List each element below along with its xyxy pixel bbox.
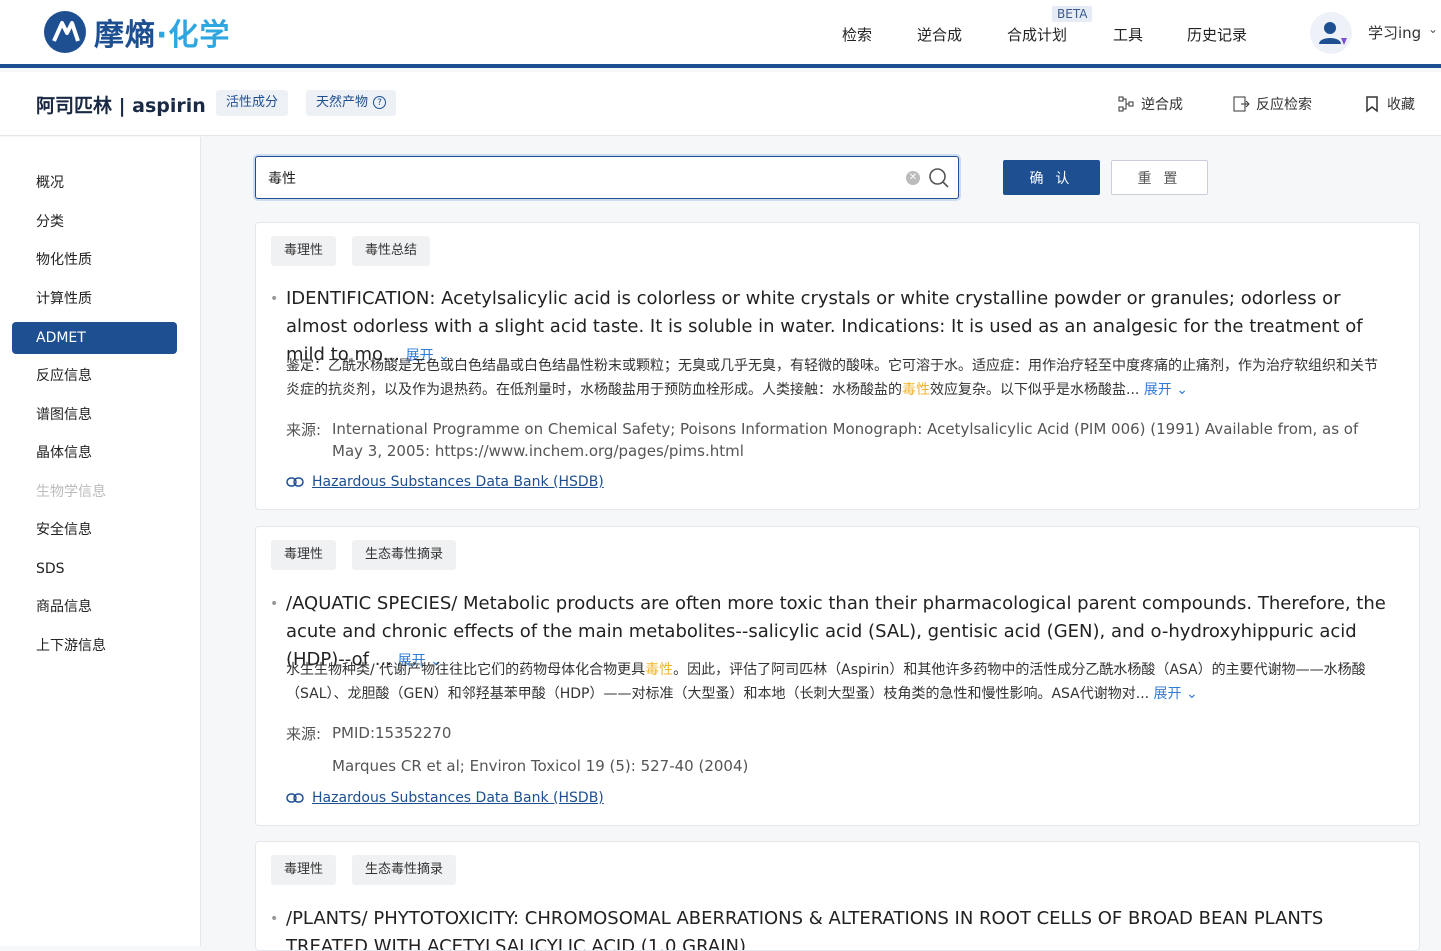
logo-text: 摩熵·化学 xyxy=(94,18,231,53)
nav-retrosynthesis[interactable]: 逆合成 xyxy=(917,24,962,45)
sidebar-item-classification[interactable]: 分类 xyxy=(12,206,177,238)
top-navbar: 摩熵·化学 检索 逆合成 合成计划 BETA 工具 历史记录 学习ing ⌄ xyxy=(0,0,1441,68)
zh-before: 鉴定：乙酰水杨酸是无色或白色结晶或白色结晶性粉末或颗粒；无臭或几乎无臭，有轻微的… xyxy=(286,358,1378,398)
sidebar-item-safety[interactable]: 安全信息 xyxy=(12,514,177,546)
sidebar-item-overview[interactable]: 概况 xyxy=(12,167,177,199)
record-english-text: /PLANTS/ PHYTOTOXICITY: CHROMOSOMAL ABER… xyxy=(270,905,1396,950)
sidebar-item-computed[interactable]: 计算性质 xyxy=(12,283,177,315)
expand-label: 展开 xyxy=(1143,382,1172,398)
source-text: PMID:15352270 xyxy=(332,724,452,742)
link-icon xyxy=(286,793,304,803)
expand-label: 展开 xyxy=(1153,686,1182,702)
sidebar-item-admet[interactable]: ADMET xyxy=(12,322,177,354)
result-card: 毒理性 生态毒性摘录 /AQUATIC SPECIES/ Metabolic p… xyxy=(255,526,1420,826)
sidebar: 概况 分类 物化性质 计算性质 ADMET 反应信息 谱图信息 晶体信息 生物学… xyxy=(0,137,201,946)
chip-category[interactable]: 毒理性 xyxy=(271,236,337,266)
favorite-action[interactable]: 收藏 xyxy=(1363,94,1415,114)
hsdb-link-label: Hazardous Substances Data Bank (HSDB) xyxy=(312,474,604,490)
hsdb-link[interactable]: Hazardous Substances Data Bank (HSDB) xyxy=(286,790,604,806)
help-icon[interactable]: ? xyxy=(373,96,387,109)
username[interactable]: 学习ing xyxy=(1368,22,1421,43)
source-label: 来源: xyxy=(286,421,322,439)
confirm-button[interactable]: 确 认 xyxy=(1003,160,1100,195)
avatar[interactable] xyxy=(1310,12,1352,54)
source-label: 来源: xyxy=(286,725,322,743)
sidebar-item-reaction[interactable]: 反应信息 xyxy=(12,360,177,392)
link-icon xyxy=(286,477,304,487)
zh-after: 效应复杂。以下似乎是水杨酸盐... xyxy=(930,382,1140,398)
compound-title: 阿司匹林 | aspirin xyxy=(36,95,206,117)
chip-subcategory[interactable]: 生态毒性摘录 xyxy=(352,855,457,885)
nav-history[interactable]: 历史记录 xyxy=(1187,24,1247,45)
bookmark-icon xyxy=(1366,96,1378,113)
clear-icon[interactable]: ✕ xyxy=(906,171,920,185)
tag-label: 天然产物 xyxy=(316,95,369,110)
sidebar-item-updownstream[interactable]: 上下游信息 xyxy=(12,630,177,662)
search-highlight: 毒性 xyxy=(645,662,674,678)
retrosynthesis-action[interactable]: 逆合成 xyxy=(1117,94,1183,114)
logo[interactable]: 摩熵·化学 xyxy=(44,10,230,54)
chip-category[interactable]: 毒理性 xyxy=(271,855,337,885)
sidebar-item-sds[interactable]: SDS xyxy=(12,553,177,585)
source-citation: Marques CR et al; Environ Toxicol 19 (5)… xyxy=(332,757,749,775)
search-input[interactable]: 毒性 xyxy=(268,168,296,188)
hsdb-link[interactable]: Hazardous Substances Data Bank (HSDB) xyxy=(286,474,604,490)
source-text: International Programme on Chemical Safe… xyxy=(332,420,1359,460)
nav-synthesis-plan[interactable]: 合成计划 xyxy=(1007,24,1067,45)
tree-icon xyxy=(1118,96,1134,112)
expand-link[interactable]: 展开 ⌄ xyxy=(1144,382,1188,398)
nav-search[interactable]: 检索 xyxy=(842,24,872,45)
logo-icon xyxy=(44,11,86,53)
reset-button[interactable]: 重 置 xyxy=(1111,160,1208,195)
chip-subcategory[interactable]: 毒性总结 xyxy=(352,236,431,266)
reaction-search-action[interactable]: 反应检索 xyxy=(1232,94,1312,114)
result-card: 毒理性 生态毒性摘录 /PLANTS/ PHYTOTOXICITY: CHROM… xyxy=(255,841,1420,951)
sidebar-item-biology: 生物学信息 xyxy=(36,484,106,500)
hsdb-link-label: Hazardous Substances Data Bank (HSDB) xyxy=(312,790,604,806)
action-label: 收藏 xyxy=(1387,97,1415,113)
user-icon xyxy=(1319,22,1347,45)
reaction-search-icon xyxy=(1233,96,1250,112)
action-label: 逆合成 xyxy=(1141,97,1183,113)
sidebar-item-physchem[interactable]: 物化性质 xyxy=(12,244,177,276)
zh-before: 水生生物种类/ 代谢产物往往比它们的药物母体化合物更具 xyxy=(286,662,646,678)
chevron-down-icon[interactable]: ⌄ xyxy=(1428,22,1438,36)
beta-badge: BETA xyxy=(1052,6,1093,22)
chip-category[interactable]: 毒理性 xyxy=(271,540,337,570)
search-box[interactable]: 毒性 ✕ xyxy=(255,156,959,199)
record-chinese-text: 水生生物种类/ 代谢产物往往比它们的药物母体化合物更具毒性。因此，评估了阿司匹林… xyxy=(286,658,1386,706)
tag-natural-product[interactable]: 天然产物? xyxy=(306,90,397,116)
record-chinese-text: 鉴定：乙酰水杨酸是无色或白色结晶或白色结晶性粉末或颗粒；无臭或几乎无臭，有轻微的… xyxy=(286,354,1386,402)
tag-active-ingredient[interactable]: 活性成分 xyxy=(216,90,289,116)
expand-link[interactable]: 展开 ⌄ xyxy=(1154,686,1198,702)
nav-tools[interactable]: 工具 xyxy=(1113,24,1143,45)
action-label: 反应检索 xyxy=(1256,97,1312,113)
sidebar-item-products[interactable]: 商品信息 xyxy=(12,591,177,623)
sidebar-item-crystal[interactable]: 晶体信息 xyxy=(12,437,177,469)
sidebar-item-spectra[interactable]: 谱图信息 xyxy=(12,399,177,431)
compound-header: 阿司匹林 | aspirin 活性成分 天然产物? 逆合成 反应检索 收藏 xyxy=(0,72,1441,136)
search-icon[interactable] xyxy=(928,167,950,189)
result-card: 毒理性 毒性总结 IDENTIFICATION: Acetylsalicylic… xyxy=(255,222,1420,510)
search-highlight: 毒性 xyxy=(902,382,930,398)
chip-subcategory[interactable]: 生态毒性摘录 xyxy=(352,540,457,570)
